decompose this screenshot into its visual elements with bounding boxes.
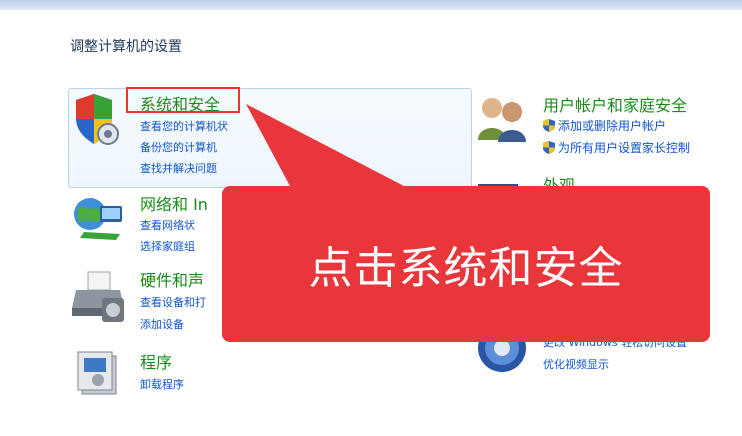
callout-text: 点击系统和安全	[308, 243, 624, 294]
